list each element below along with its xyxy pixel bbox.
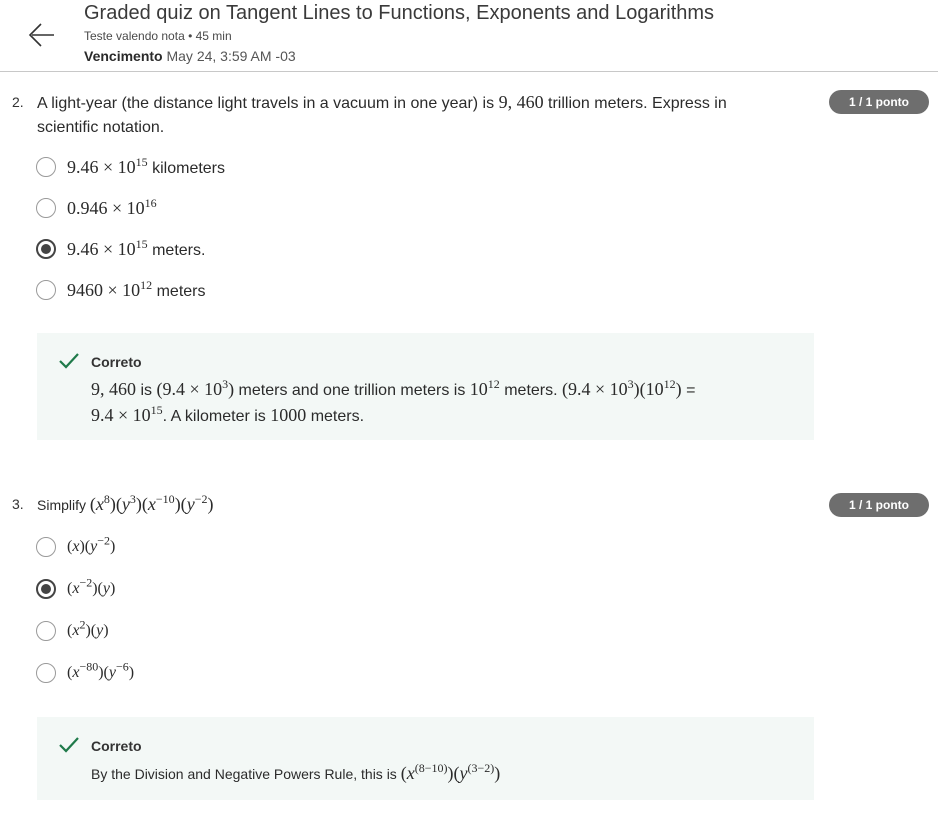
option-label: 9.46 × 1015 meters. — [67, 236, 206, 259]
points-badge: 1 / 1 ponto — [829, 493, 929, 517]
option-label: 9.46 × 1015 kilometers — [67, 154, 226, 177]
question-number: 2. — [12, 94, 24, 110]
quiz-header: Graded quiz on Tangent Lines to Function… — [0, 0, 938, 72]
feedback-panel: Correto By the Division and Negative Pow… — [37, 717, 814, 800]
question-text-part: A light-year (the distance light travels… — [37, 95, 499, 112]
option-c[interactable]: 9.46 × 1015 meters. — [36, 236, 205, 262]
question-text-part: scientific notation. — [37, 119, 165, 136]
option-label: 9460 × 1012 meters — [67, 277, 206, 300]
option-d[interactable]: 9460 × 1012 meters — [36, 277, 206, 303]
question-math: 9, 460 — [498, 92, 544, 112]
option-label: (x−80)(y−6) — [67, 659, 135, 681]
arrow-left-icon — [28, 23, 54, 47]
option-label: (x2)(y) — [67, 617, 109, 639]
due-label: Vencimento — [84, 48, 163, 64]
points-badge: 1 / 1 ponto — [829, 90, 929, 114]
option-label: (x−2)(y) — [67, 575, 116, 597]
question-text: A light-year (the distance light travels… — [37, 90, 797, 140]
option-label: 0.946 × 1016 — [67, 195, 157, 218]
due-value: May 24, 3:59 AM -03 — [166, 48, 296, 64]
option-d[interactable]: (x−80)(y−6) — [36, 660, 134, 686]
feedback-title: Correto — [91, 738, 142, 754]
option-a[interactable]: (x)(y−2) — [36, 534, 115, 560]
question-text-part: Simplify — [37, 497, 90, 513]
option-b[interactable]: (x−2)(y) — [36, 576, 115, 602]
radio-button[interactable] — [36, 280, 56, 300]
radio-button[interactable] — [36, 663, 56, 683]
radio-button[interactable] — [36, 157, 56, 177]
quiz-subtitle: Teste valendo nota • 45 min — [84, 29, 232, 43]
feedback-text: By the Division and Negative Powers Rule… — [91, 761, 501, 783]
radio-button-selected[interactable] — [36, 239, 56, 259]
radio-button-selected[interactable] — [36, 579, 56, 599]
back-button[interactable] — [24, 18, 60, 54]
feedback-text: 9, 460 is (9.4 × 103) meters and one tri… — [91, 377, 696, 425]
question-number: 3. — [12, 496, 24, 512]
question-text-part: trillion meters. Express in — [543, 95, 727, 112]
check-icon — [59, 737, 79, 753]
radio-button[interactable] — [36, 621, 56, 641]
page-title: Graded quiz on Tangent Lines to Function… — [84, 2, 715, 24]
question-text: Simplify (x8)(y3)(x−10)(y−2) — [37, 492, 797, 517]
option-a[interactable]: 9.46 × 1015 kilometers — [36, 154, 225, 180]
due-date: Vencimento May 24, 3:59 AM -03 — [84, 48, 296, 64]
option-label: (x)(y−2) — [67, 533, 116, 555]
option-c[interactable]: (x2)(y) — [36, 618, 109, 644]
question-math: (x8)(y3)(x−10)(y−2) — [89, 492, 214, 514]
check-icon — [59, 353, 79, 369]
radio-button[interactable] — [36, 198, 56, 218]
radio-button[interactable] — [36, 537, 56, 557]
feedback-panel: Correto 9, 460 is (9.4 × 103) meters and… — [37, 333, 814, 440]
feedback-title: Correto — [91, 354, 142, 370]
option-b[interactable]: 0.946 × 1016 — [36, 195, 157, 221]
